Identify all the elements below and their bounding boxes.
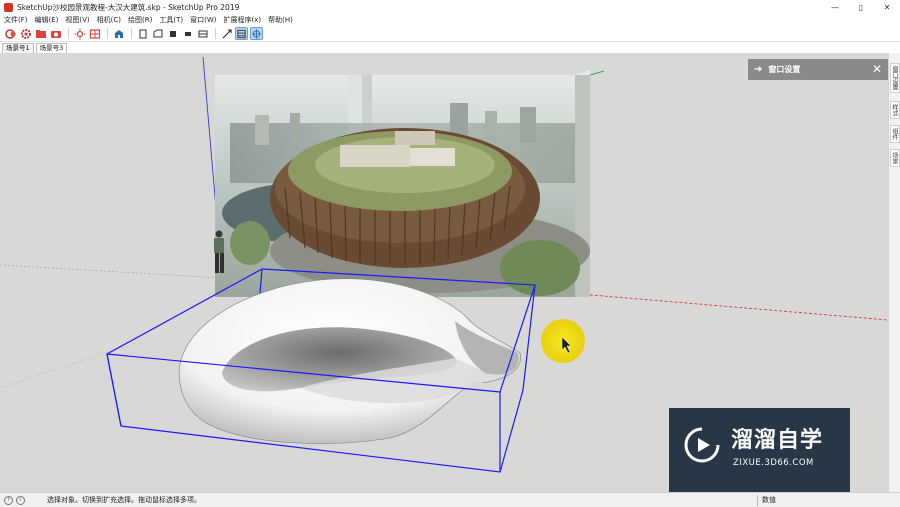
maximize-button[interactable]: ▯ bbox=[848, 0, 874, 14]
window-controls: — ▯ ✕ bbox=[822, 0, 900, 14]
component-icon[interactable] bbox=[88, 27, 101, 40]
side-tab-components[interactable]: 组件 bbox=[890, 125, 900, 143]
side-tab-styles[interactable]: 样式 bbox=[890, 101, 900, 119]
scene-tab-3[interactable]: 场景号3 bbox=[35, 43, 68, 53]
twisted-ring-model[interactable] bbox=[178, 278, 521, 444]
watermark-logo: 溜溜自学 ZIXUE.3D66.COM bbox=[669, 408, 850, 494]
measurements-label: 数值 bbox=[757, 495, 776, 506]
select-tool-icon[interactable] bbox=[4, 27, 17, 40]
status-message: 选择对象。切换到扩充选择。拖动鼠标选择多项。 bbox=[47, 496, 201, 504]
tray-title: 窗口设置 bbox=[768, 65, 801, 74]
reference-image[interactable] bbox=[215, 70, 590, 297]
toolbar bbox=[0, 26, 900, 42]
cursor-highlight bbox=[541, 319, 585, 363]
side-tab-scenes[interactable]: 场景 bbox=[890, 149, 900, 167]
scene-tabs-bar: 场景号1 场景号3 bbox=[0, 42, 900, 53]
close-icon[interactable]: ✕ bbox=[872, 62, 882, 76]
menu-camera[interactable]: 相机(C) bbox=[93, 15, 124, 25]
menu-draw[interactable]: 绘图(R) bbox=[124, 15, 155, 25]
sun-icon[interactable] bbox=[73, 27, 86, 40]
view-left-icon[interactable] bbox=[166, 27, 179, 40]
view-front-icon[interactable] bbox=[136, 27, 149, 40]
folder-icon[interactable] bbox=[34, 27, 47, 40]
menu-help[interactable]: 帮助(H) bbox=[264, 15, 296, 25]
section-plane-icon[interactable] bbox=[235, 27, 248, 40]
toolbar-separator bbox=[131, 28, 132, 39]
view-back-icon[interactable] bbox=[151, 27, 164, 40]
menu-tools[interactable]: 工具(T) bbox=[155, 15, 186, 25]
arrow-right-icon[interactable]: ➔ bbox=[754, 64, 762, 75]
menu-file[interactable]: 文件(F) bbox=[0, 15, 31, 25]
menu-edit[interactable]: 编辑(E) bbox=[31, 15, 62, 25]
window-title: SketchUp沙校园景观教程-大汉大建筑.skp - SketchUp Pro… bbox=[17, 2, 240, 12]
help-icon[interactable]: ? bbox=[4, 495, 13, 505]
camera-icon[interactable] bbox=[49, 27, 62, 40]
watermark-url: ZIXUE.3D66.COM bbox=[733, 458, 814, 468]
axes-icon[interactable] bbox=[250, 27, 263, 40]
toolbar-separator bbox=[68, 28, 69, 39]
zoom-extents-icon[interactable] bbox=[220, 27, 233, 40]
axis-green bbox=[589, 70, 605, 76]
menu-bar: 文件(F) 编辑(E) 视图(V) 相机(C) 绘图(R) 工具(T) 窗口(W… bbox=[0, 14, 900, 26]
title-bar: SketchUp沙校园景观教程-大汉大建筑.skp - SketchUp Pro… bbox=[0, 0, 900, 14]
minimize-button[interactable]: — bbox=[822, 0, 848, 14]
menu-window[interactable]: 窗口(W) bbox=[186, 15, 219, 25]
default-tray-header[interactable]: ➔ 窗口设置 ✕ bbox=[748, 59, 888, 80]
toolbar-separator bbox=[107, 28, 108, 39]
side-tab-window[interactable]: 窗口设置 bbox=[890, 63, 900, 93]
toolbar-separator bbox=[215, 28, 216, 39]
menu-view[interactable]: 视图(V) bbox=[61, 15, 92, 25]
axis-green-dashed bbox=[0, 264, 223, 279]
view-top-icon[interactable] bbox=[196, 27, 209, 40]
status-bar: ? i 选择对象。切换到扩充选择。拖动鼠标选择多项。 数值 bbox=[0, 492, 900, 507]
info-icon[interactable]: i bbox=[16, 495, 25, 505]
sketchup-logo-icon bbox=[4, 2, 13, 12]
gear-icon[interactable] bbox=[19, 27, 32, 40]
play-logo-icon bbox=[684, 427, 720, 463]
tray-side-tabs: 窗口设置 样式 组件 场景 bbox=[888, 53, 900, 492]
close-button[interactable]: ✕ bbox=[874, 0, 900, 14]
view-right-icon[interactable] bbox=[181, 27, 194, 40]
warehouse-icon[interactable] bbox=[112, 27, 125, 40]
menu-extensions[interactable]: 扩展程序(x) bbox=[219, 15, 264, 25]
scene-tab-1[interactable]: 场景号1 bbox=[2, 43, 34, 53]
watermark-name: 溜溜自学 bbox=[731, 428, 824, 453]
